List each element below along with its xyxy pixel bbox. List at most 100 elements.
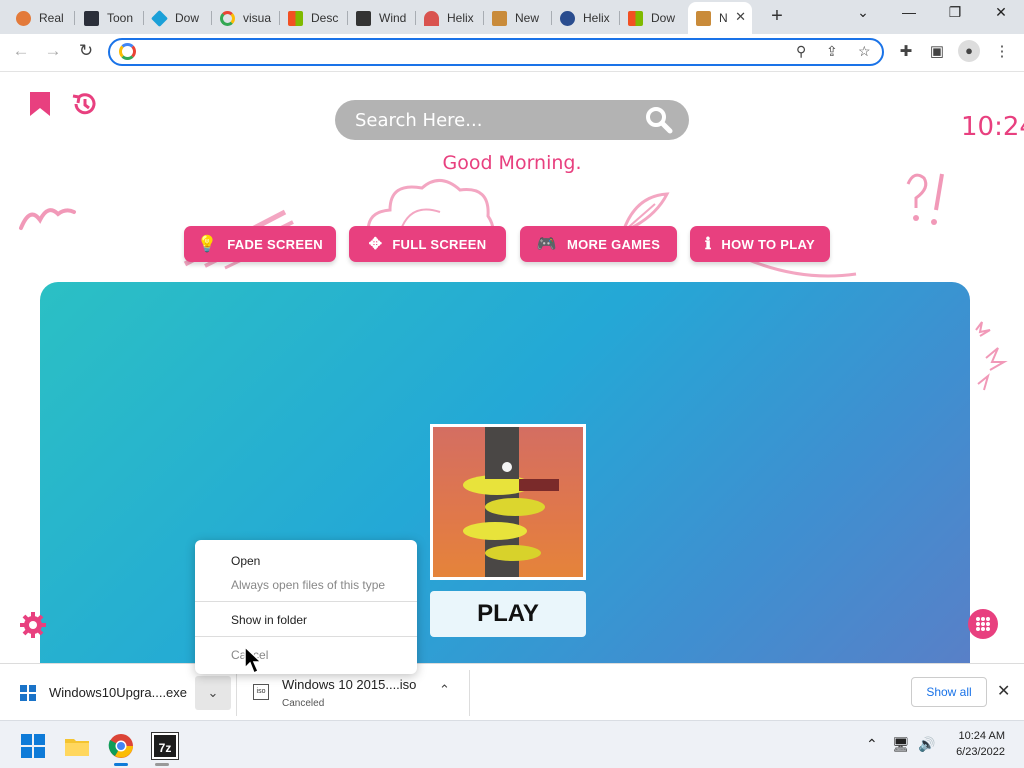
menu-item-show-in-folder[interactable]: Show in folder bbox=[231, 613, 307, 627]
tab-label: Toon bbox=[107, 11, 134, 25]
tab-label: Desc bbox=[311, 11, 339, 25]
7zip-icon[interactable]: 7z bbox=[151, 732, 179, 760]
download-status: Canceled bbox=[282, 698, 325, 709]
tab-label: Wind bbox=[379, 11, 407, 25]
chrome-icon[interactable] bbox=[108, 733, 134, 759]
greeting-text: Good Morning. bbox=[442, 152, 582, 174]
tab-label: Dow bbox=[175, 11, 200, 25]
forward-button[interactable]: → bbox=[42, 41, 64, 61]
gamepad-icon: 🎮 bbox=[536, 236, 557, 253]
active-app-indicator bbox=[114, 763, 128, 766]
running-app-indicator bbox=[155, 763, 169, 766]
wordpress-icon bbox=[560, 10, 575, 26]
settings-gear-icon[interactable] bbox=[18, 610, 48, 640]
new-tab-button[interactable]: + bbox=[766, 5, 788, 28]
game-thumbnail[interactable] bbox=[430, 424, 586, 580]
screen: Real Toon Dow visua Desc Wind Helix New bbox=[0, 0, 1024, 768]
tab-0[interactable]: Real bbox=[8, 4, 75, 32]
menu-item-open[interactable]: Open bbox=[231, 554, 260, 568]
tab-active[interactable]: N ✕ bbox=[688, 2, 752, 34]
history-icon[interactable] bbox=[70, 90, 98, 118]
location-icon[interactable]: ⚲ bbox=[796, 43, 806, 60]
tab-9[interactable]: Dow bbox=[620, 4, 688, 32]
download-shelf: Windows10Upgra....exe ⌄ iso Windows 10 2… bbox=[0, 663, 1024, 720]
scribble-doodle bbox=[19, 208, 76, 230]
tab-label: N bbox=[719, 11, 728, 25]
how-to-play-button[interactable]: ℹ HOW TO PLAY bbox=[690, 226, 830, 262]
tab-search-icon[interactable]: ⌄ bbox=[848, 4, 878, 21]
share-icon[interactable]: ⇪ bbox=[826, 43, 838, 60]
tab-favicon bbox=[492, 10, 507, 26]
fade-screen-button[interactable]: 💡 FADE SCREEN bbox=[184, 226, 336, 262]
minimize-button[interactable]: — bbox=[894, 4, 924, 20]
taskbar-date[interactable]: 6/23/2022 bbox=[935, 746, 1005, 758]
menu-kebab-icon[interactable]: ⋮ bbox=[992, 42, 1012, 60]
mouse-cursor-icon bbox=[244, 646, 263, 675]
tab-7[interactable]: New bbox=[484, 4, 552, 32]
info-icon: ℹ bbox=[705, 236, 712, 253]
more-games-label: MORE GAMES bbox=[566, 236, 661, 252]
download-filename: Windows10Upgra....exe bbox=[49, 685, 188, 700]
page-content: Good Morning. 10:24 💡 FADE SCREEN ✥ FULL S… bbox=[0, 72, 1024, 663]
network-icon[interactable]: 🖥 bbox=[892, 736, 910, 753]
windows-logo-icon bbox=[288, 10, 303, 26]
tab-label: Helix bbox=[447, 11, 474, 25]
tab-label: visua bbox=[243, 11, 272, 25]
close-shelf-icon[interactable]: ✕ bbox=[997, 681, 1010, 701]
browser-toolbar: ← → ↻ ⚲ ⇪ ☆ ✚ ▣ ● ⋮ bbox=[0, 34, 1024, 72]
close-window-button[interactable]: ✕ bbox=[986, 4, 1016, 21]
extensions-icon[interactable]: ✚ bbox=[896, 42, 916, 60]
tab-6[interactable]: Helix bbox=[416, 4, 484, 32]
play-button[interactable]: PLAY bbox=[430, 591, 586, 637]
tab-close-icon[interactable]: ✕ bbox=[735, 9, 746, 25]
tab-3[interactable]: visua bbox=[212, 4, 280, 32]
page-clock: 10:24 bbox=[961, 112, 1024, 142]
tab-8[interactable]: Helix bbox=[552, 4, 620, 32]
how-to-play-label: HOW TO PLAY bbox=[721, 236, 815, 252]
lightbulb-icon: 💡 bbox=[197, 236, 218, 253]
search-bar bbox=[335, 100, 689, 140]
menu-separator bbox=[195, 601, 417, 602]
restore-button[interactable]: ❐ bbox=[940, 4, 970, 21]
bookmark-star-icon[interactable]: ☆ bbox=[858, 43, 871, 60]
question-exclaim-doodle bbox=[906, 173, 944, 225]
chevron-up-icon[interactable]: ⌃ bbox=[439, 682, 450, 698]
back-button[interactable]: ← bbox=[10, 41, 32, 61]
tab-favicon bbox=[16, 10, 31, 26]
more-games-button[interactable]: 🎮 MORE GAMES bbox=[520, 226, 677, 262]
tab-label: New bbox=[515, 11, 540, 25]
start-icon[interactable] bbox=[20, 733, 46, 759]
tab-label: Real bbox=[39, 11, 64, 25]
sparkle-doodle bbox=[975, 321, 1008, 391]
tab-label: Dow bbox=[651, 11, 676, 25]
show-all-button[interactable]: Show all bbox=[911, 677, 987, 707]
tab-4[interactable]: Desc bbox=[280, 4, 348, 32]
tray-chevron-icon[interactable]: ⌃ bbox=[866, 736, 878, 753]
full-screen-label: FULL SCREEN bbox=[392, 236, 487, 252]
file-explorer-icon[interactable] bbox=[64, 733, 90, 759]
download-options-chevron-icon[interactable]: ⌄ bbox=[195, 676, 231, 710]
tab-1[interactable]: Toon bbox=[76, 4, 144, 32]
apps-grid-button[interactable] bbox=[968, 609, 998, 639]
profile-avatar[interactable]: ● bbox=[958, 40, 980, 62]
bookmark-icon[interactable] bbox=[28, 90, 52, 118]
address-bar[interactable]: ⚲ ⇪ ☆ bbox=[108, 38, 884, 66]
tab-favicon bbox=[696, 10, 711, 26]
windows-taskbar: 7z ⌃ 🖥 🔊 10:24 AM 6/23/2022 bbox=[0, 720, 1024, 768]
reload-button[interactable]: ↻ bbox=[75, 41, 97, 61]
windows-logo-icon bbox=[628, 10, 643, 26]
search-input[interactable] bbox=[355, 109, 635, 131]
tab-favicon bbox=[220, 10, 235, 26]
menu-item-always-open[interactable]: Always open files of this type bbox=[231, 578, 385, 592]
tab-strip: Real Toon Dow visua Desc Wind Helix New bbox=[0, 0, 1024, 34]
volume-icon[interactable]: 🔊 bbox=[918, 736, 935, 753]
search-icon[interactable] bbox=[645, 106, 673, 134]
move-arrows-icon: ✥ bbox=[368, 236, 383, 253]
full-screen-button[interactable]: ✥ FULL SCREEN bbox=[349, 226, 506, 262]
side-panel-icon[interactable]: ▣ bbox=[927, 42, 947, 60]
menu-separator bbox=[195, 636, 417, 637]
tab-2[interactable]: Dow bbox=[144, 4, 212, 32]
tab-5[interactable]: Wind bbox=[348, 4, 416, 32]
taskbar-time[interactable]: 10:24 AM bbox=[935, 730, 1005, 742]
tab-label: Helix bbox=[583, 11, 610, 25]
